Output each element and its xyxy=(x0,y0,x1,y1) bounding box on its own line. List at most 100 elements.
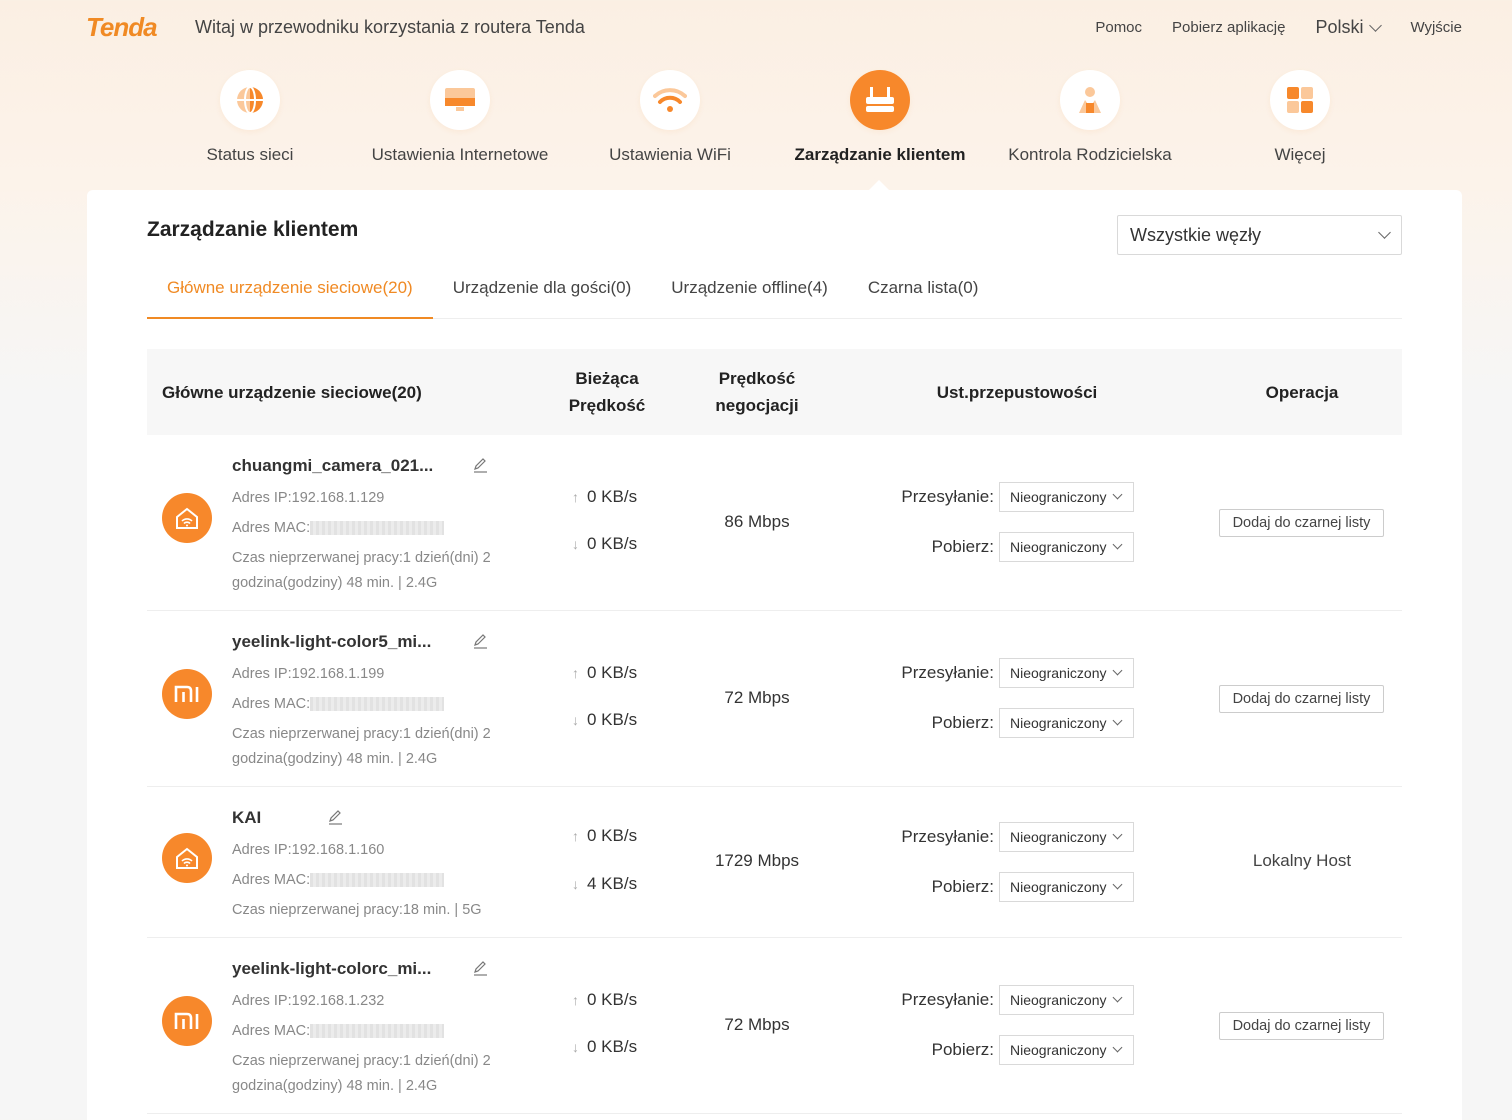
table-row: chuangmi_camera_021... Adres IP:192.168.… xyxy=(147,435,1402,611)
nav-status-sieci[interactable]: Status sieci xyxy=(145,70,355,165)
arrow-up-icon: ↑ xyxy=(572,489,579,505)
nodes-select-value: Wszystkie węzły xyxy=(1130,224,1262,245)
upload-limit-value: Nieograniczony xyxy=(1010,829,1107,845)
upload-speed-value: 0 KB/s xyxy=(587,826,638,845)
nav-kontrola-rodzicielska[interactable]: Kontrola Rodzicielska xyxy=(985,70,1195,165)
upload-limit-label: Przesyłanie: xyxy=(901,487,994,506)
mac-label: Adres MAC: xyxy=(232,1023,311,1039)
download-app-link[interactable]: Pobierz aplikację xyxy=(1172,19,1285,36)
download-speed-value: 0 KB/s xyxy=(587,710,638,729)
device-name: chuangmi_camera_021... xyxy=(232,456,434,475)
active-nav-caret xyxy=(869,180,889,190)
wifi-icon xyxy=(640,70,700,130)
arrow-down-icon: ↓ xyxy=(572,1039,579,1055)
help-link[interactable]: Pomoc xyxy=(1095,19,1142,36)
upload-limit-select[interactable]: Nieograniczony xyxy=(999,482,1134,512)
upload-speed: ↑ 0 KB/s xyxy=(572,990,637,1010)
upload-limit-label: Przesyłanie: xyxy=(901,663,994,682)
download-limit-label: Pobierz: xyxy=(931,713,994,732)
download-limit-label: Pobierz: xyxy=(931,1040,994,1059)
mac-redacted xyxy=(310,697,445,712)
chevron-down-icon xyxy=(1112,715,1122,726)
grid-icon xyxy=(1270,70,1330,130)
upload-speed: ↑ 0 KB/s xyxy=(572,826,637,846)
download-limit-value: Nieograniczony xyxy=(1010,879,1107,895)
col-current-speed-line1: Bieżąca xyxy=(575,369,639,388)
edit-icon[interactable] xyxy=(472,633,488,649)
language-select[interactable]: Polski xyxy=(1315,17,1383,38)
mac-label: Adres MAC: xyxy=(232,872,311,888)
download-speed-value: 0 KB/s xyxy=(587,534,638,553)
col-bandwidth: Ust.przepustowości xyxy=(936,382,1098,402)
tab-guest-devices[interactable]: Urządzenie dla gości(0) xyxy=(433,268,652,319)
edit-icon[interactable] xyxy=(472,457,488,473)
nav-label: Zarządzanie klientem xyxy=(794,145,966,164)
tab-offline-devices[interactable]: Urządzenie offline(4) xyxy=(651,268,848,319)
device-uptime-2: godzina(godziny) 48 min. | 2.4G xyxy=(232,1078,438,1094)
upload-limit-value: Nieograniczony xyxy=(1010,665,1107,681)
upload-limit-select[interactable]: Nieograniczony xyxy=(999,658,1134,688)
download-speed: ↓ 0 KB/s xyxy=(572,1037,637,1057)
device-mac: Adres MAC: xyxy=(232,696,445,712)
download-limit-value: Nieograniczony xyxy=(1010,539,1107,555)
upload-speed: ↑ 0 KB/s xyxy=(572,663,637,683)
upload-limit-label: Przesyłanie: xyxy=(901,827,994,846)
download-limit-select[interactable]: Nieograniczony xyxy=(999,1035,1134,1065)
edit-icon[interactable] xyxy=(327,809,343,825)
mac-label: Adres MAC: xyxy=(232,696,311,712)
mac-redacted xyxy=(310,873,445,888)
mi-icon xyxy=(162,996,212,1046)
device-uptime-1: Czas nieprzerwanej pracy:1 dzień(dni) 2 xyxy=(232,726,491,742)
device-ip: Adres IP:192.168.1.199 xyxy=(232,666,385,682)
device-ip: Adres IP:192.168.1.232 xyxy=(232,993,385,1009)
download-limit-label: Pobierz: xyxy=(931,877,994,896)
device-tabs: Główne urządzenie sieciowe(20) Urządzeni… xyxy=(147,268,1402,319)
table-header: Główne urządzenie sieciowe(20) Bieżąca P… xyxy=(147,349,1402,435)
nav-ustawienia-wifi[interactable]: Ustawienia WiFi xyxy=(565,70,775,165)
tab-blacklist[interactable]: Czarna lista(0) xyxy=(848,268,999,319)
device-uptime-2: godzina(godziny) 48 min. | 2.4G xyxy=(232,575,438,591)
negotiated-speed: 72 Mbps xyxy=(724,688,790,707)
add-to-blacklist-button[interactable]: Dodaj do czarnej listy xyxy=(1219,1012,1384,1040)
device-name: KAI xyxy=(232,808,262,827)
download-limit-select[interactable]: Nieograniczony xyxy=(999,532,1134,562)
negotiated-speed: 1729 Mbps xyxy=(714,851,800,870)
chevron-down-icon xyxy=(1112,829,1122,840)
edit-icon[interactable] xyxy=(472,960,488,976)
download-limit-select[interactable]: Nieograniczony xyxy=(999,872,1134,902)
download-speed-value: 4 KB/s xyxy=(587,874,638,893)
chevron-down-icon xyxy=(1378,226,1391,239)
tab-main-devices[interactable]: Główne urządzenie sieciowe(20) xyxy=(147,268,433,319)
upload-limit-value: Nieograniczony xyxy=(1010,489,1107,505)
download-limit-value: Nieograniczony xyxy=(1010,715,1107,731)
upload-limit-label: Przesyłanie: xyxy=(901,990,994,1009)
mac-redacted xyxy=(310,1024,445,1039)
nav-ustawienia-internetowe[interactable]: Ustawienia Internetowe xyxy=(355,70,565,165)
arrow-up-icon: ↑ xyxy=(572,665,579,681)
add-to-blacklist-button[interactable]: Dodaj do czarnej listy xyxy=(1219,685,1384,713)
upload-limit-select[interactable]: Nieograniczony xyxy=(999,985,1134,1015)
table-row: yeelink-light-color5_mi... Adres IP:192.… xyxy=(147,611,1402,787)
download-speed: ↓ 4 KB/s xyxy=(572,874,637,894)
device-name: yeelink-light-colorc_mi... xyxy=(232,959,432,978)
download-speed: ↓ 0 KB/s xyxy=(572,710,637,730)
upload-limit-select[interactable]: Nieograniczony xyxy=(999,822,1134,852)
device-mac: Adres MAC: xyxy=(232,872,445,888)
table-row: yeelink-light-colorc_mi... Adres IP:192.… xyxy=(147,938,1402,1114)
mac-label: Adres MAC: xyxy=(232,520,311,536)
nav-zarzadzanie-klientem[interactable]: Zarządzanie klientem xyxy=(775,70,985,165)
arrow-down-icon: ↓ xyxy=(572,536,579,552)
nav-wiecej[interactable]: Więcej xyxy=(1195,70,1405,165)
download-limit-select[interactable]: Nieograniczony xyxy=(999,708,1134,738)
add-to-blacklist-button[interactable]: Dodaj do czarnej listy xyxy=(1219,509,1384,537)
page-title: Zarządzanie klientem xyxy=(147,218,359,241)
col-current-speed-line2: Prędkość xyxy=(568,396,646,415)
upload-speed: ↑ 0 KB/s xyxy=(572,487,637,507)
logout-link[interactable]: Wyjście xyxy=(1410,19,1462,36)
home-wifi-icon xyxy=(162,493,212,543)
negotiated-speed: 86 Mbps xyxy=(724,512,790,531)
tenda-logo[interactable]: Tenda xyxy=(86,12,158,43)
col-negotiated-speed: Prędkość negocjacji xyxy=(687,349,827,435)
nodes-select[interactable]: Wszystkie węzły xyxy=(1117,215,1402,255)
col-operation: Operacja xyxy=(1265,382,1339,402)
